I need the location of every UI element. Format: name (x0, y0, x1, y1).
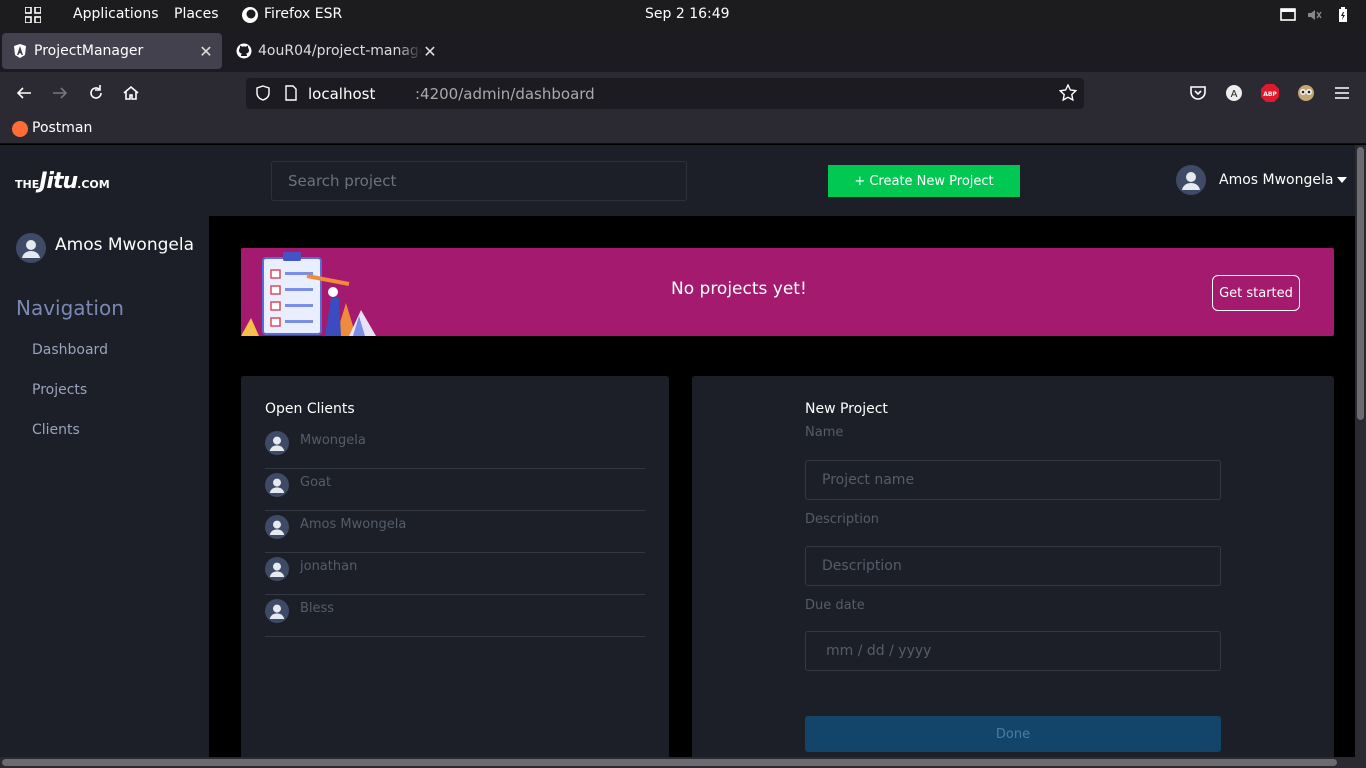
volume-muted-icon[interactable] (1305, 6, 1323, 24)
no-projects-banner: No projects yet! Get started (241, 248, 1334, 336)
avatar (1176, 165, 1206, 195)
client-name: Amos Mwongela (300, 517, 407, 532)
get-started-button[interactable]: Get started (1212, 275, 1300, 311)
user-icon (1182, 172, 1200, 190)
firefox-esr-menu[interactable]: Firefox ESR (264, 6, 342, 22)
user-name: Amos Mwongela (1219, 172, 1334, 188)
scrollbar-thumb[interactable] (2, 759, 1337, 766)
due-date-label: Due date (805, 598, 865, 613)
adblock-plus-icon[interactable]: ABP (1261, 84, 1279, 102)
user-menu[interactable]: Amos Mwongela (1176, 165, 1348, 195)
user-icon (269, 436, 285, 451)
tab-github[interactable]: 4ouR04/project-manager ✕ (226, 33, 446, 69)
forward-arrow-icon[interactable] (51, 84, 69, 102)
no-projects-message: No projects yet! (671, 279, 807, 299)
name-label: Name (805, 425, 844, 440)
caret-down-icon (1337, 177, 1348, 183)
bookmarks-toolbar: Postman (0, 114, 1366, 144)
navigation-heading: Navigation (16, 296, 124, 320)
system-top-bar: Applications Places Firefox ESR Sep 2 16… (0, 0, 1366, 30)
page-icon[interactable] (283, 85, 299, 101)
description-input[interactable] (805, 546, 1221, 586)
search-project-input[interactable] (271, 161, 687, 201)
svg-text:ABP: ABP (1263, 91, 1277, 98)
battery-icon[interactable] (1334, 6, 1352, 24)
url-path: :4200/admin/dashboard (415, 85, 595, 103)
app-header: THE Jitu .COM + Create New Project Amos … (0, 145, 1355, 216)
sidebar-item-dashboard[interactable]: Dashboard (32, 342, 108, 358)
avatar (265, 557, 289, 581)
sidebar-user-name: Amos Mwongela (55, 235, 194, 255)
sidebar-item-clients[interactable]: Clients (32, 422, 80, 438)
avatar (265, 431, 289, 455)
create-new-project-button[interactable]: + Create New Project (828, 165, 1020, 197)
applications-menu[interactable]: Applications (73, 6, 159, 22)
bookmark-star-icon[interactable] (1059, 84, 1077, 102)
tab-strip: ProjectManager ✕ 4ouR04/project-manager … (0, 30, 1366, 95)
client-name: Goat (300, 475, 332, 490)
user-icon (269, 562, 285, 577)
reload-icon[interactable] (87, 84, 105, 102)
project-name-input[interactable] (805, 460, 1221, 500)
user-icon (22, 240, 40, 258)
back-arrow-icon[interactable] (15, 84, 33, 102)
horizontal-scrollbar[interactable] (0, 757, 1366, 768)
list-item[interactable]: Goat (265, 469, 645, 511)
scrollbar-thumb[interactable] (1357, 147, 1364, 420)
tab-title: ProjectManager (34, 43, 144, 59)
client-name: Mwongela (300, 433, 366, 448)
url-host: localhost (308, 85, 376, 103)
description-label: Description (805, 512, 880, 527)
pocket-icon[interactable] (1189, 84, 1207, 102)
close-tab-icon[interactable]: ✕ (198, 42, 214, 61)
close-tab-icon[interactable]: ✕ (422, 42, 438, 61)
thejitu-logo[interactable]: THE Jitu .COM (15, 169, 110, 194)
done-button[interactable]: Done (805, 716, 1221, 752)
firefox-icon (242, 7, 258, 23)
open-clients-title: Open Clients (265, 401, 355, 417)
avatar (265, 515, 289, 539)
home-icon[interactable] (122, 84, 140, 102)
checklist-illustration (241, 252, 376, 336)
avatar (265, 599, 289, 623)
list-item[interactable]: Mwongela (265, 427, 645, 469)
new-project-card: New Project Name Description Due date mm… (692, 376, 1334, 757)
clock[interactable]: Sep 2 16:49 (645, 6, 730, 22)
avatar (16, 233, 46, 263)
angular-icon (14, 44, 26, 58)
date-placeholder: mm / dd / yyyy (826, 643, 932, 659)
tab-projectmanager[interactable]: ProjectManager ✕ (2, 33, 222, 69)
user-icon (269, 520, 285, 535)
svg-text:A: A (1231, 89, 1238, 100)
github-icon (236, 43, 252, 59)
sidebar-item-projects[interactable]: Projects (32, 382, 87, 398)
tab-title: 4ouR04/project-manager (258, 43, 422, 59)
account-extension-icon[interactable]: A (1225, 84, 1243, 102)
open-clients-card: Open Clients Mwongela Goat Amos Mwongela… (241, 376, 669, 757)
client-name: Bless (300, 601, 335, 616)
postman-icon (12, 121, 28, 137)
due-date-input[interactable]: mm / dd / yyyy (805, 631, 1221, 671)
page-viewport: THE Jitu .COM + Create New Project Amos … (0, 145, 1355, 757)
sidebar: Amos Mwongela Navigation Dashboard Proje… (0, 216, 209, 757)
places-menu[interactable]: Places (174, 6, 219, 22)
list-item[interactable]: jonathan (265, 553, 645, 595)
user-icon (269, 478, 285, 493)
client-name: jonathan (300, 559, 358, 574)
bookmark-postman[interactable]: Postman (32, 120, 92, 136)
url-bar[interactable]: localhost :4200/admin/dashboard (246, 78, 1084, 109)
extension-owl-icon[interactable] (1297, 84, 1315, 102)
list-item[interactable]: Bless (265, 595, 645, 637)
vertical-scrollbar[interactable] (1355, 145, 1366, 757)
app-grid-icon[interactable] (25, 7, 41, 23)
shield-icon[interactable] (255, 85, 271, 101)
hamburger-menu-icon[interactable] (1333, 84, 1351, 102)
avatar (265, 473, 289, 497)
screen-icon[interactable] (1279, 6, 1297, 24)
new-project-title: New Project (805, 401, 888, 417)
list-item[interactable]: Amos Mwongela (265, 511, 645, 553)
user-icon (269, 604, 285, 619)
